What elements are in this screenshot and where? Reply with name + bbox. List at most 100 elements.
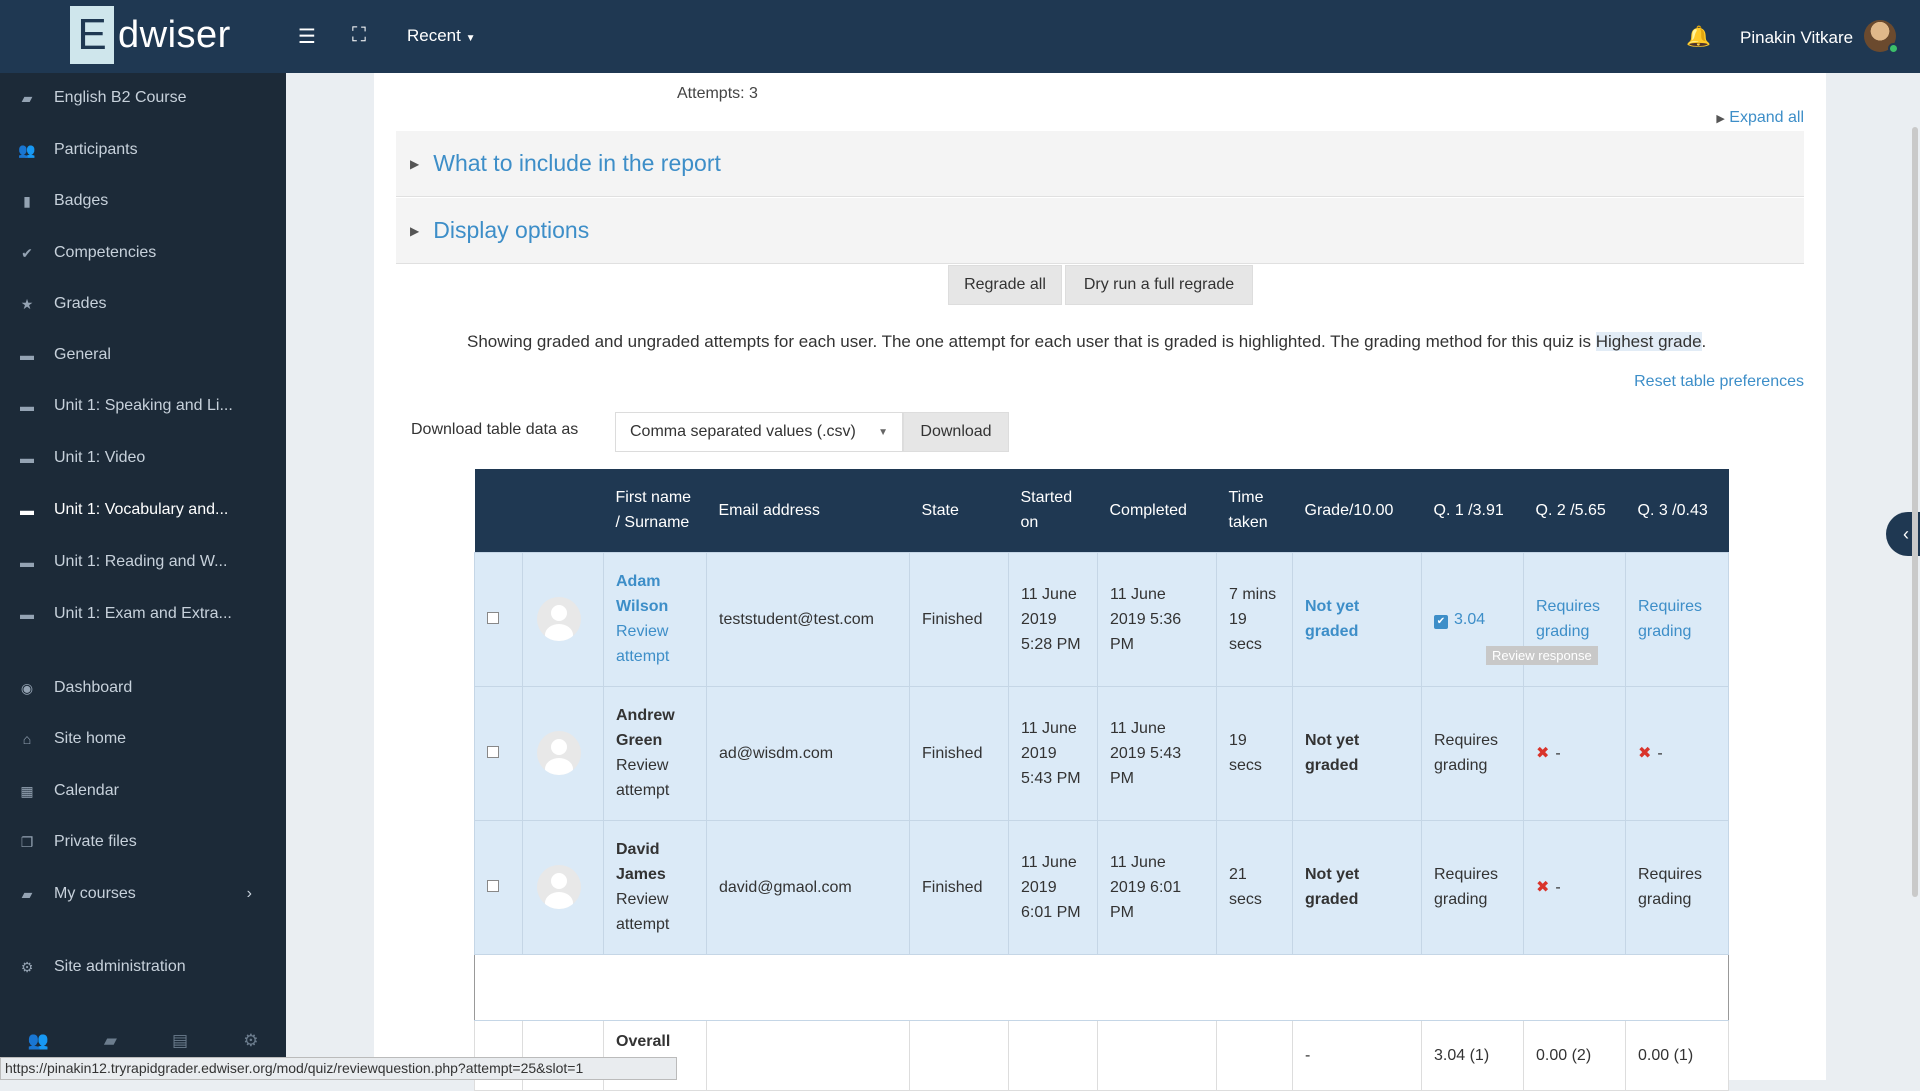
user-avatar-icon[interactable]	[537, 865, 581, 909]
q3-text: -	[1657, 744, 1663, 762]
row-email: david@gmaol.com	[706, 819, 910, 955]
row-q2-cell: ✖ -	[1523, 819, 1626, 955]
sidebar-item-badges[interactable]: ▮ Badges	[0, 179, 286, 223]
q3-link[interactable]: Requires grading	[1638, 598, 1702, 640]
sidebar-item-competencies[interactable]: ✔ Competencies	[0, 231, 286, 275]
row-completed: 11 June 2019 5:43 PM	[1097, 685, 1217, 821]
row-q1-cell: Requires grading	[1421, 819, 1524, 955]
bell-icon[interactable]: 🔔	[1686, 24, 1711, 49]
sidebar-item-site-administration[interactable]: ⚙ Site administration	[0, 945, 286, 989]
incorrect-icon: ✖	[1536, 878, 1550, 896]
row-checkbox[interactable]	[487, 611, 499, 624]
row-picture-cell	[522, 551, 604, 687]
header-picture	[522, 469, 604, 552]
review-attempt-link[interactable]: Review attempt	[616, 753, 694, 803]
sidebar-item-label: Participants	[54, 141, 138, 158]
user-name[interactable]: Pinakin Vitkare	[1740, 28, 1853, 48]
row-completed: 11 June 2019 6:01 PM	[1097, 819, 1217, 955]
user-name-link[interactable]: Adam Wilson	[616, 569, 694, 619]
row-q2-cell: ✖ -	[1523, 685, 1626, 821]
sidebar-item-label: Unit 1: Exam and Extra...	[54, 605, 232, 622]
regrade-all-button[interactable]: Regrade all	[948, 265, 1062, 305]
incorrect-icon: ✖	[1536, 744, 1550, 762]
review-attempt-link[interactable]: Review attempt	[616, 619, 694, 669]
users-icon[interactable]: 👥	[28, 1031, 49, 1051]
archive-icon[interactable]: ▰	[104, 1031, 117, 1051]
folder-icon: ▬	[20, 398, 34, 414]
sidebar-item-participants[interactable]: 👥 Participants	[0, 128, 286, 172]
q2-link[interactable]: Requires grading	[1536, 598, 1600, 640]
q2-text: -	[1555, 878, 1561, 896]
bookmark-icon: ▮	[23, 192, 31, 209]
row-email: teststudent@test.com	[706, 551, 910, 687]
page-scrollbar[interactable]	[1912, 127, 1918, 897]
header-name[interactable]: First name / Surname	[603, 469, 707, 552]
sidebar-item-calendar[interactable]: ▦ Calendar	[0, 769, 286, 813]
review-attempt-link[interactable]: Review attempt	[616, 887, 694, 937]
header-state[interactable]: State	[909, 469, 1009, 552]
folder-icon: ▬	[20, 347, 34, 363]
sidebar-item-unit1-reading[interactable]: ▬ Unit 1: Reading and W...	[0, 540, 286, 584]
row-grade-cell: Not yet graded	[1292, 551, 1422, 687]
table-row: Adam Wilson Review attempt teststudent@te…	[474, 551, 1729, 687]
fullscreen-icon[interactable]: ⛶	[352, 24, 366, 47]
sidebar-item-label: Unit 1: Speaking and Li...	[54, 397, 233, 414]
header-q3[interactable]: Q. 3 /0.43	[1625, 469, 1729, 552]
attempts-table: First name / Surname Email address State…	[474, 469, 1729, 1091]
sidebar-item-general[interactable]: ▬ General	[0, 333, 286, 377]
grade-link[interactable]: Not yet graded	[1305, 598, 1359, 640]
main-content: Attempts: 3 ▶ Expand all ▶ What to inclu…	[374, 73, 1826, 1091]
row-time-taken: 7 mins 19 secs	[1216, 551, 1293, 687]
section-display-options[interactable]: ▶ Display options	[396, 198, 1804, 264]
sidebar-item-dashboard[interactable]: ◉ Dashboard	[0, 666, 286, 710]
reset-table-preferences-link[interactable]: Reset table preferences	[1634, 373, 1804, 391]
sidebar-item-grades[interactable]: ★ Grades	[0, 282, 286, 326]
row-checkbox[interactable]	[487, 879, 499, 892]
sidebar-item-unit1-vocabulary[interactable]: ▬ Unit 1: Vocabulary and...	[0, 488, 286, 532]
user-avatar-icon[interactable]	[537, 731, 581, 775]
header-completed[interactable]: Completed	[1097, 469, 1217, 552]
user-avatar-icon[interactable]	[537, 597, 581, 641]
header-q1[interactable]: Q. 1 /3.91	[1421, 469, 1524, 552]
folder-icon: ▬	[20, 502, 34, 518]
sidebar-item-private-files[interactable]: ❐ Private files	[0, 820, 286, 864]
header-started[interactable]: Started on	[1008, 469, 1098, 552]
q1-score-link[interactable]: 3.04	[1454, 611, 1485, 628]
user-name-link[interactable]: Andrew Green	[616, 703, 694, 753]
row-started: 11 June 2019 5:28 PM	[1008, 551, 1098, 687]
recent-dropdown[interactable]: Recent ▼	[407, 26, 476, 46]
edwiser-logo[interactable]: E dwiser	[70, 4, 231, 66]
header-grade[interactable]: Grade/10.00	[1292, 469, 1422, 552]
sidebar-item-course[interactable]: ▰ English B2 Course	[0, 76, 286, 120]
expand-all-link[interactable]: ▶ Expand all	[1716, 109, 1804, 127]
download-format-select[interactable]: Comma separated values (.csv) ▼	[615, 412, 903, 452]
sidebar-item-unit1-speaking[interactable]: ▬ Unit 1: Speaking and Li...	[0, 384, 286, 428]
section-what-to-include[interactable]: ▶ What to include in the report	[396, 131, 1804, 197]
dry-run-regrade-button[interactable]: Dry run a full regrade	[1065, 265, 1253, 305]
caret-down-icon: ▼	[465, 33, 476, 44]
row-started: 11 June 2019 5:43 PM	[1008, 685, 1098, 821]
row-email: ad@wisdm.com	[706, 685, 910, 821]
header-q2[interactable]: Q. 2 /5.65	[1523, 469, 1626, 552]
section-title: What to include in the report	[433, 150, 721, 176]
settings-icon[interactable]: ⚙	[243, 1031, 258, 1051]
row-checkbox[interactable]	[487, 745, 499, 758]
file-icon[interactable]: ▤	[172, 1031, 188, 1051]
sidebar-item-unit1-exam[interactable]: ▬ Unit 1: Exam and Extra...	[0, 592, 286, 636]
sidebar-item-site-home[interactable]: ⌂ Site home	[0, 717, 286, 761]
table-spacer-row	[474, 953, 1729, 1021]
sidebar-item-my-courses[interactable]: ▰ My courses ›	[0, 872, 286, 916]
top-navbar: E dwiser ☰ ⛶ Recent ▼ 🔔 Pinakin Vitkare	[0, 0, 1920, 73]
hamburger-icon[interactable]: ☰	[298, 24, 316, 49]
sidebar: ▰ English B2 Course 👥 Participants ▮ Badges…	[0, 73, 286, 1080]
header-email[interactable]: Email address	[706, 469, 910, 552]
table-row: David James Review attempt david@gmaol.co…	[474, 819, 1729, 955]
row-name-cell: Adam Wilson Review attempt	[603, 551, 707, 687]
user-name-link[interactable]: David James	[616, 837, 694, 887]
header-time[interactable]: Time taken	[1216, 469, 1293, 552]
download-button[interactable]: Download	[903, 412, 1009, 452]
sidebar-item-unit1-video[interactable]: ▬ Unit 1: Video	[0, 436, 286, 480]
caret-right-icon: ▶	[410, 156, 420, 171]
download-label: Download table data as	[411, 421, 579, 438]
sidebar-item-label: Site administration	[54, 958, 186, 975]
